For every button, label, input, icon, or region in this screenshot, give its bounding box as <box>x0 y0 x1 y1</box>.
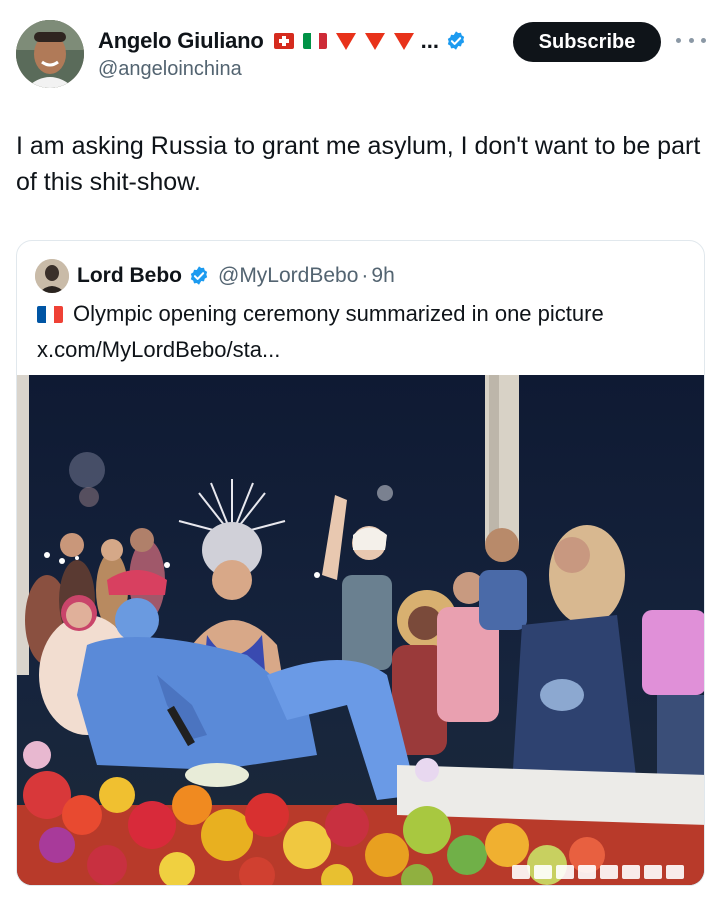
ceremony-photo <box>17 375 704 885</box>
tweet-text: I am asking Russia to grant me asylum, I… <box>16 132 701 196</box>
quoted-tweet-text: Olympic opening ceremony summarized in o… <box>73 301 604 326</box>
quoted-handle[interactable]: @MyLordBebo <box>218 264 358 288</box>
verified-badge-icon[interactable] <box>445 30 467 52</box>
quoted-tweet-link[interactable]: x.com/MyLordBebo/sta... <box>37 337 280 363</box>
dot <box>701 37 706 43</box>
italy-flag-icon <box>302 33 327 49</box>
author-avatar-photo <box>16 20 84 88</box>
subscribe-button[interactable]: Subscribe <box>513 22 661 62</box>
quoted-tweet-card[interactable]: Lord Bebo @MyLordBebo · 9h Olympic openi… <box>16 240 705 886</box>
quoted-timestamp[interactable]: 9h <box>371 264 394 288</box>
author-name-row: Angelo Giuliano ... <box>98 26 467 56</box>
red-triangle-icon <box>364 32 385 50</box>
switzerland-flag-icon <box>273 33 294 49</box>
dot <box>676 37 681 43</box>
quoted-tweet-photo[interactable] <box>17 375 704 885</box>
author-handle[interactable]: @angeloinchina <box>98 58 242 81</box>
quoted-text-row: Olympic opening ceremony summarized in o… <box>37 301 604 327</box>
quoted-name-row: Lord Bebo @MyLordBebo · 9h <box>77 261 395 291</box>
quoted-verified-badge-icon <box>190 266 208 285</box>
watermark <box>512 865 684 879</box>
red-triangle-icon <box>335 32 356 50</box>
red-triangle-icon <box>393 32 414 50</box>
tweet-header: Angelo Giuliano ... @angeloinchina Subsc… <box>0 0 720 100</box>
author-avatar[interactable] <box>16 20 84 88</box>
quoted-display-name[interactable]: Lord Bebo <box>77 264 182 288</box>
france-flag-icon <box>37 305 63 323</box>
dot <box>688 37 694 43</box>
quoted-author-avatar[interactable] <box>35 259 69 293</box>
more-options-icon[interactable] <box>676 30 706 50</box>
author-flags: ... <box>273 28 440 54</box>
quoted-avatar-photo <box>35 259 69 293</box>
name-overflow-ellipsis: ... <box>420 28 440 53</box>
author-display-name[interactable]: Angelo Giuliano <box>98 28 264 54</box>
separator-dot: · <box>361 264 369 287</box>
